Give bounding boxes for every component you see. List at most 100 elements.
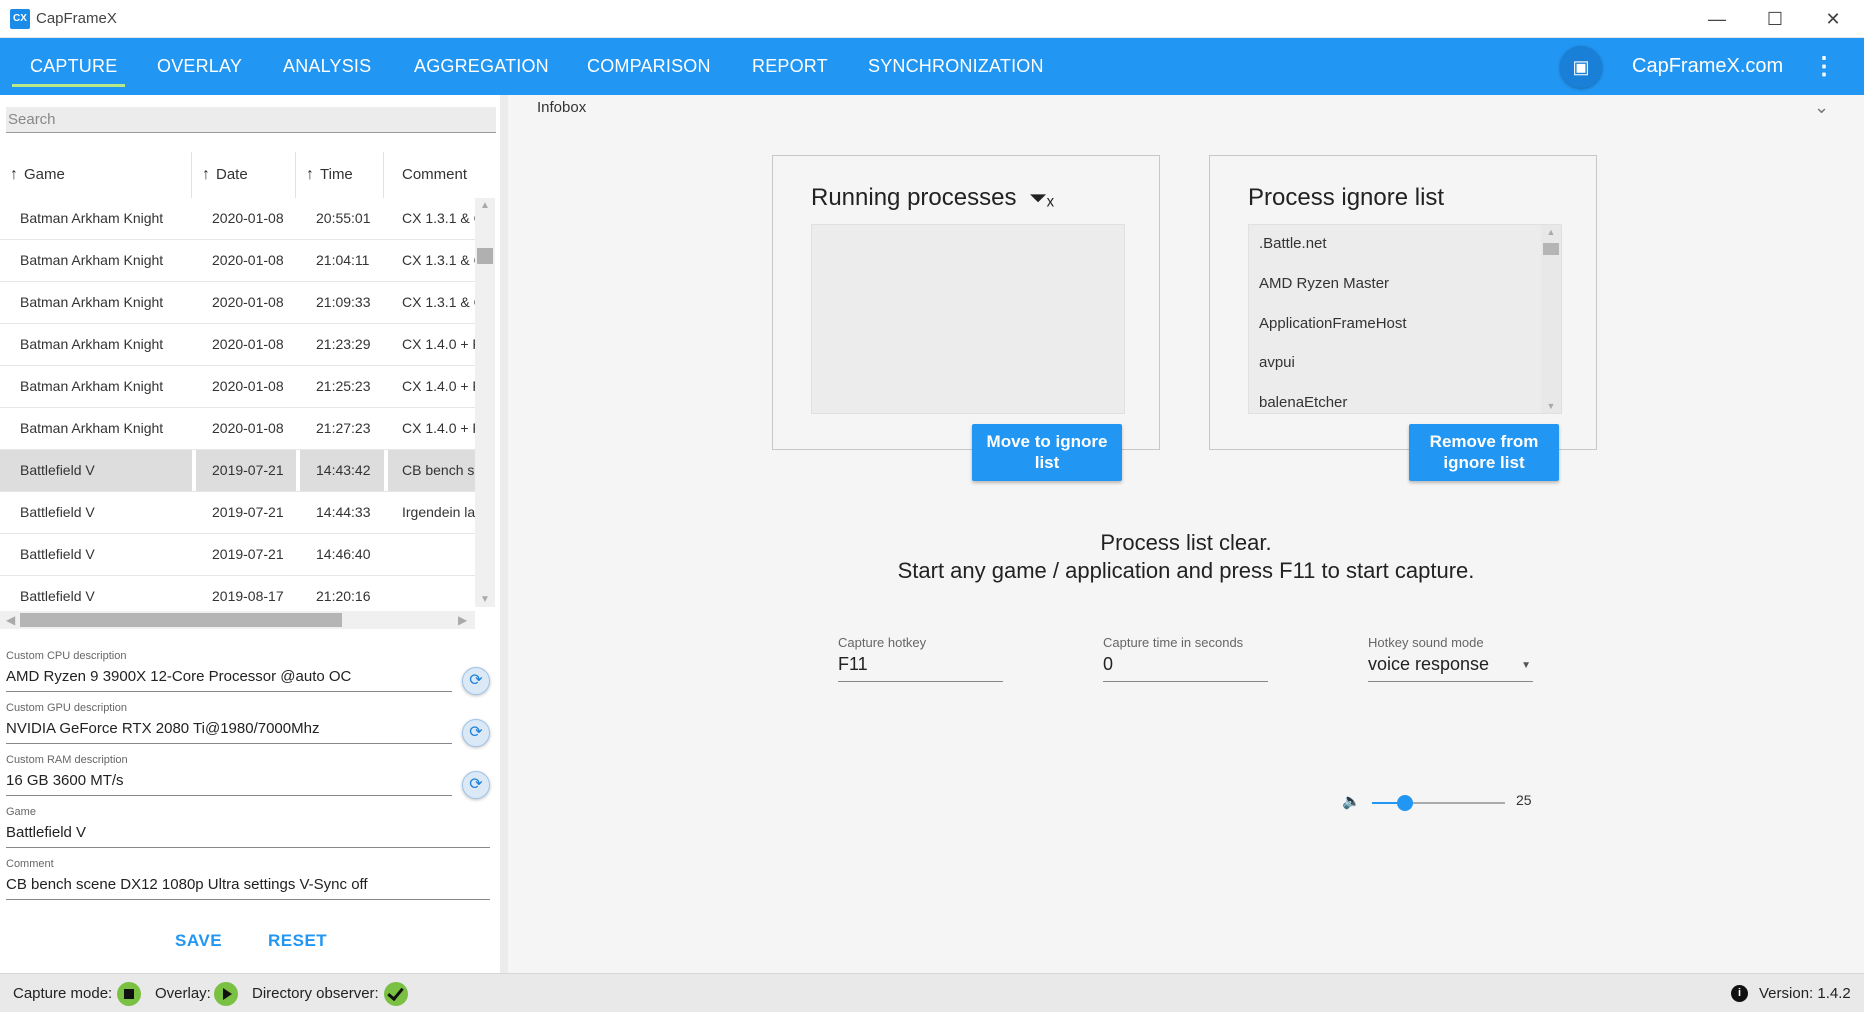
volume-slider-knob[interactable] (1397, 795, 1414, 811)
cpu-description-label: Custom CPU description (6, 650, 127, 662)
process-ignore-list[interactable]: .Battle.net AMD Ryzen Master Application… (1248, 224, 1562, 414)
column-header-date[interactable]: ↑ Date (192, 152, 296, 198)
minimize-button[interactable]: — (1688, 0, 1746, 38)
title-bar: CX CapFrameX — ☐ ✕ (0, 0, 1864, 38)
chevron-down-icon[interactable]: ⌄ (1814, 97, 1829, 118)
overlay-label: Overlay: (155, 985, 211, 1002)
info-icon[interactable]: i (1731, 985, 1748, 1002)
list-item[interactable]: balenaEtcher (1259, 394, 1347, 411)
game-field[interactable]: Game Battlefield V (6, 806, 490, 848)
filter-clear-icon[interactable]: ⏷ₓ (1029, 185, 1054, 210)
table-row[interactable]: Batman Arkham Knight 2020-01-08 21:09:33 CX… (0, 282, 475, 324)
cell-comment: CX 1.3.1 & C (402, 252, 475, 268)
list-item[interactable]: avpui (1259, 354, 1295, 371)
cell-comment (388, 534, 475, 575)
tab-aggregation[interactable]: AGGREGATION (414, 38, 549, 95)
cell-date: 2020-01-08 (212, 378, 284, 394)
cpu-description-input[interactable]: AMD Ryzen 9 3900X 12-Core Processor @aut… (6, 668, 452, 692)
capture-hotkey-field[interactable]: Capture hotkey F11 (838, 635, 1003, 682)
table-row[interactable]: Batman Arkham Knight 2020-01-08 21:27:23 CX… (0, 408, 475, 450)
dropdown-arrow-icon: ▼ (1521, 660, 1531, 671)
cpu-description-field[interactable]: Custom CPU description AMD Ryzen 9 3900X… (6, 650, 452, 692)
save-button[interactable]: SAVE (175, 931, 222, 951)
scroll-down-icon[interactable]: ▼ (1541, 401, 1561, 411)
scroll-down-icon[interactable]: ▼ (475, 594, 495, 605)
reset-button[interactable]: RESET (268, 931, 327, 951)
table-horizontal-scrollbar[interactable]: ◀ ▶ (0, 611, 475, 629)
tab-report[interactable]: REPORT (752, 38, 828, 95)
scroll-thumb[interactable] (20, 613, 342, 627)
scroll-up-icon[interactable]: ▲ (1541, 227, 1561, 237)
running-processes-title: Running processes ⏷ₓ (811, 184, 1054, 211)
capture-time-field[interactable]: Capture time in seconds 0 (1103, 635, 1268, 682)
scroll-thumb[interactable] (477, 248, 493, 264)
scroll-up-icon[interactable]: ▲ (475, 200, 495, 211)
cell-time: 14:44:33 (316, 504, 371, 520)
ignore-list-scrollbar[interactable]: ▲ ▼ (1541, 225, 1561, 413)
comment-field[interactable]: Comment CB bench scene DX12 1080p Ultra … (6, 858, 490, 900)
cell-comment: CX 1.4.0 + F (402, 378, 475, 394)
sync-gpu-icon[interactable]: ⟳ (462, 719, 490, 747)
scroll-left-icon[interactable]: ◀ (6, 611, 15, 629)
tab-overlay[interactable]: OVERLAY (157, 38, 242, 95)
table-row[interactable]: Battlefield V 2019-07-21 14:43:42 CB bench … (0, 450, 475, 492)
main-navigation: CAPTURE OVERLAY ANALYSIS AGGREGATION COM… (0, 38, 1864, 95)
sync-cpu-icon[interactable]: ⟳ (462, 667, 490, 695)
tab-comparison[interactable]: COMPARISON (587, 38, 711, 95)
window-title: CapFrameX (36, 10, 117, 27)
running-processes-card: Running processes ⏷ₓ Move to ignore list (772, 155, 1160, 481)
cell-time: 21:09:33 (316, 294, 371, 310)
table-row[interactable]: Battlefield V 2019-07-21 14:44:33 Irgendein… (0, 492, 475, 534)
infobox-header[interactable]: Infobox (537, 99, 586, 116)
maximize-button[interactable]: ☐ (1746, 0, 1804, 38)
hotkey-sound-mode-field[interactable]: Hotkey sound mode voice response ▼ (1368, 635, 1533, 682)
table-vertical-scrollbar[interactable]: ▲ ▼ (475, 198, 495, 607)
pane-splitter[interactable] (500, 95, 508, 973)
play-icon[interactable] (214, 982, 238, 1006)
move-to-ignore-list-button[interactable]: Move to ignore list (972, 424, 1122, 481)
cell-game: Batman Arkham Knight (20, 336, 164, 352)
comment-label: Comment (6, 858, 54, 870)
website-link[interactable]: CapFrameX.com (1632, 38, 1783, 95)
running-processes-list[interactable] (811, 224, 1125, 414)
list-item[interactable]: ApplicationFrameHost (1259, 315, 1407, 332)
capture-time-input[interactable]: 0 (1103, 654, 1268, 682)
column-header-comment[interactable]: Comment (384, 152, 476, 198)
cell-date: 2020-01-08 (212, 294, 284, 310)
cloud-gallery-icon[interactable]: ▣ (1560, 46, 1602, 88)
ram-description-input[interactable]: 16 GB 3600 MT/s (6, 772, 452, 796)
comment-input[interactable]: CB bench scene DX12 1080p Ultra settings… (6, 876, 490, 900)
cell-date: 2020-01-08 (212, 336, 284, 352)
game-input[interactable]: Battlefield V (6, 824, 490, 848)
gpu-description-field[interactable]: Custom GPU description NVIDIA GeForce RT… (6, 702, 452, 744)
remove-from-ignore-list-button[interactable]: Remove from ignore list (1409, 424, 1559, 481)
column-header-game[interactable]: ↑ Game (0, 152, 192, 198)
list-item[interactable]: .Battle.net (1259, 235, 1327, 252)
capture-hotkey-input[interactable]: F11 (838, 654, 1003, 682)
more-menu-icon[interactable]: ⋮ (1812, 38, 1836, 95)
close-button[interactable]: ✕ (1804, 0, 1862, 38)
column-header-time[interactable]: ↑ Time (296, 152, 384, 198)
gpu-description-input[interactable]: NVIDIA GeForce RTX 2080 Ti@1980/7000Mhz (6, 720, 452, 744)
table-row[interactable]: Batman Arkham Knight 2020-01-08 21:04:11 CX… (0, 240, 475, 282)
scroll-right-icon[interactable]: ▶ (458, 611, 467, 629)
table-row[interactable]: Batman Arkham Knight 2020-01-08 20:55:01 CX… (0, 198, 475, 240)
table-row[interactable]: Battlefield V 2019-07-21 14:46:40 (0, 534, 475, 576)
tab-analysis[interactable]: ANALYSIS (283, 38, 371, 95)
table-row[interactable]: Batman Arkham Knight 2020-01-08 21:25:23 CX… (0, 366, 475, 408)
records-pane: Search ↑ Game ↑ Date ↑ Time Comment Batman … (0, 95, 500, 973)
check-icon[interactable] (384, 982, 408, 1006)
scroll-thumb[interactable] (1543, 243, 1559, 255)
cell-comment: CX 1.3.1 & C (402, 294, 475, 310)
sync-ram-icon[interactable]: ⟳ (462, 771, 490, 799)
cell-time: 20:55:01 (316, 210, 371, 226)
cell-time: 21:27:23 (316, 420, 371, 436)
hotkey-sound-mode-select[interactable]: voice response ▼ (1368, 654, 1533, 682)
ram-description-field[interactable]: Custom RAM description 16 GB 3600 MT/s (6, 754, 452, 796)
ram-description-label: Custom RAM description (6, 754, 128, 766)
stop-icon[interactable] (117, 982, 141, 1006)
table-row[interactable]: Batman Arkham Knight 2020-01-08 21:23:29 CX… (0, 324, 475, 366)
tab-synchronization[interactable]: SYNCHRONIZATION (868, 38, 1044, 95)
search-input[interactable]: Search (6, 107, 496, 133)
list-item[interactable]: AMD Ryzen Master (1259, 275, 1389, 292)
